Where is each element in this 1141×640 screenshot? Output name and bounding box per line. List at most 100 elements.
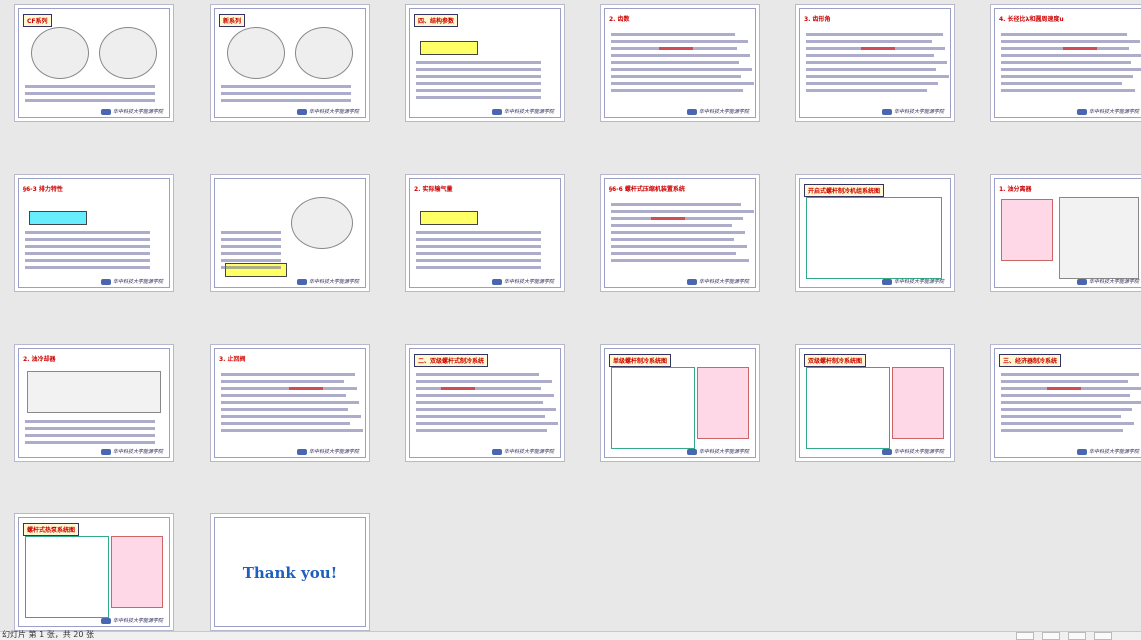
footer-logo: 华中科技大学能源学院 <box>101 448 163 455</box>
text-line <box>416 259 541 262</box>
text-line <box>25 238 150 241</box>
system-diagram <box>806 197 942 279</box>
footer-logo: 华中科技大学能源学院 <box>882 278 944 285</box>
slide-thumbnail-18[interactable]: 三、经济器制冷系统 华中科技大学能源学院 <box>990 344 1141 462</box>
highlight-text <box>861 47 895 50</box>
slide-thumbnail-16[interactable]: 单级螺杆制冷系统图华中科技大学能源学院 <box>600 344 760 462</box>
slide-title: 2. 实际输气量 <box>414 186 453 193</box>
text-line <box>1001 75 1133 78</box>
slide-thumbnail-20[interactable]: Thank you! <box>210 513 370 631</box>
note-panel <box>111 536 163 608</box>
footer-logo: 华中科技大学能源学院 <box>101 617 163 624</box>
text-line <box>25 85 155 88</box>
text-line <box>416 231 541 234</box>
formula-box <box>420 41 478 55</box>
slide-title: 单级螺杆制冷系统图 <box>609 354 672 367</box>
text-line <box>416 387 541 390</box>
footer-logo: 华中科技大学能源学院 <box>1077 278 1139 285</box>
text-line <box>416 380 552 383</box>
slide-title: 2. 油冷却器 <box>23 356 56 363</box>
slide-thumbnail-9[interactable]: 2. 实际输气量 华中科技大学能源学院 <box>405 174 565 292</box>
slide-title: 开启式螺杆制冷机组系统图 <box>804 184 885 197</box>
text-line <box>416 238 541 241</box>
text-line <box>416 245 541 248</box>
slide-title: CF系列 <box>23 14 52 27</box>
slide-thumbnail-4[interactable]: 2. 齿数 华中科技大学能源学院 <box>600 4 760 122</box>
formula-box <box>29 211 87 225</box>
slide-title: §6-6 螺杆式压缩机装置系统 <box>609 186 685 193</box>
slide-thumbnail-1[interactable]: CF系列 华中科技大学能源学院 <box>14 4 174 122</box>
text-line <box>416 89 541 92</box>
text-line <box>1001 68 1141 71</box>
footer-logo: 华中科技大学能源学院 <box>101 278 163 285</box>
slide-thumbnail-12[interactable]: 1. 油分离器华中科技大学能源学院 <box>990 174 1141 292</box>
text-line <box>221 408 348 411</box>
text-line <box>25 99 155 102</box>
slide-thumbnail-19[interactable]: 螺杆式热泵系统图 华中科技大学能源学院 <box>14 513 174 631</box>
text-line <box>25 434 155 437</box>
highlight-text <box>651 217 685 220</box>
text-line <box>221 266 281 269</box>
slide-thumbnail-17[interactable]: 双级螺杆制冷系统图 华中科技大学能源学院 <box>795 344 955 462</box>
text-line <box>221 415 361 418</box>
text-line <box>1001 33 1127 36</box>
text-line <box>1001 415 1121 418</box>
rotor-picture-right <box>99 27 157 79</box>
text-line <box>221 373 355 376</box>
text-line <box>611 203 741 206</box>
text-line <box>416 82 541 85</box>
system-diagram <box>25 536 109 618</box>
text-line <box>221 401 359 404</box>
slide-title: 新系列 <box>219 14 246 27</box>
highlight-text <box>1047 387 1081 390</box>
text-line <box>25 259 150 262</box>
text-line <box>1001 401 1141 404</box>
slide-thumbnail-2[interactable]: 新系列华中科技大学能源学院 <box>210 4 370 122</box>
text-line <box>611 54 750 57</box>
cooler-picture <box>27 371 161 413</box>
text-line <box>221 252 281 255</box>
footer-logo: 华中科技大学能源学院 <box>492 448 554 455</box>
rotor-picture-left <box>227 27 285 79</box>
text-line <box>221 422 350 425</box>
slide-thumbnail-14[interactable]: 3. 止回阀 华中科技大学能源学院 <box>210 344 370 462</box>
text-line <box>806 33 943 36</box>
footer-logo: 华中科技大学能源学院 <box>297 108 359 115</box>
highlight-text <box>289 387 323 390</box>
text-line <box>1001 422 1134 425</box>
text-line <box>25 92 155 95</box>
slide-thumbnail-11[interactable]: 开启式螺杆制冷机组系统图华中科技大学能源学院 <box>795 174 955 292</box>
footer-logo: 华中科技大学能源学院 <box>687 278 749 285</box>
text-line <box>1001 408 1132 411</box>
text-line <box>416 401 543 404</box>
text-line <box>1001 54 1141 57</box>
slide-thumbnail-15[interactable]: 二、双级螺杆式制冷系统华中科技大学能源学院 <box>405 344 565 462</box>
slide-thumbnail-8[interactable]: 华中科技大学能源学院 <box>210 174 370 292</box>
system-diagram <box>806 367 890 449</box>
text-line <box>416 75 541 78</box>
slide-thumbnail-13[interactable]: 2. 油冷却器华中科技大学能源学院 <box>14 344 174 462</box>
text-line <box>1001 373 1139 376</box>
slide-title: 二、双级螺杆式制冷系统 <box>414 354 489 367</box>
text-line <box>416 61 541 64</box>
slide-thumbnail-7[interactable]: §6-3 排力特性华中科技大学能源学院 <box>14 174 174 292</box>
text-line <box>416 373 539 376</box>
footer-logo: 华中科技大学能源学院 <box>297 448 359 455</box>
text-line <box>611 61 739 64</box>
note-panel <box>892 367 944 439</box>
slide-thumbnail-5[interactable]: 3. 齿形角 华中科技大学能源学院 <box>795 4 955 122</box>
text-line <box>221 259 281 262</box>
text-line <box>416 96 541 99</box>
highlight-text <box>441 387 475 390</box>
text-line <box>611 259 749 262</box>
slide-thumbnail-3[interactable]: 四、结构参数 华中科技大学能源学院 <box>405 4 565 122</box>
text-line <box>416 394 554 397</box>
text-line <box>1001 82 1122 85</box>
slide-thumbnail-6[interactable]: 4. 长径比λ和圆周速度u 华中科技大学能源学院 <box>990 4 1141 122</box>
slide-title: 1. 油分离器 <box>999 186 1032 193</box>
text-line <box>25 441 155 444</box>
slide-thumbnail-10[interactable]: §6-6 螺杆式压缩机装置系统华中科技大学能源学院 <box>600 174 760 292</box>
footer-logo: 华中科技大学能源学院 <box>687 448 749 455</box>
slide-title: §6-3 排力特性 <box>23 186 63 193</box>
text-line <box>611 231 745 234</box>
